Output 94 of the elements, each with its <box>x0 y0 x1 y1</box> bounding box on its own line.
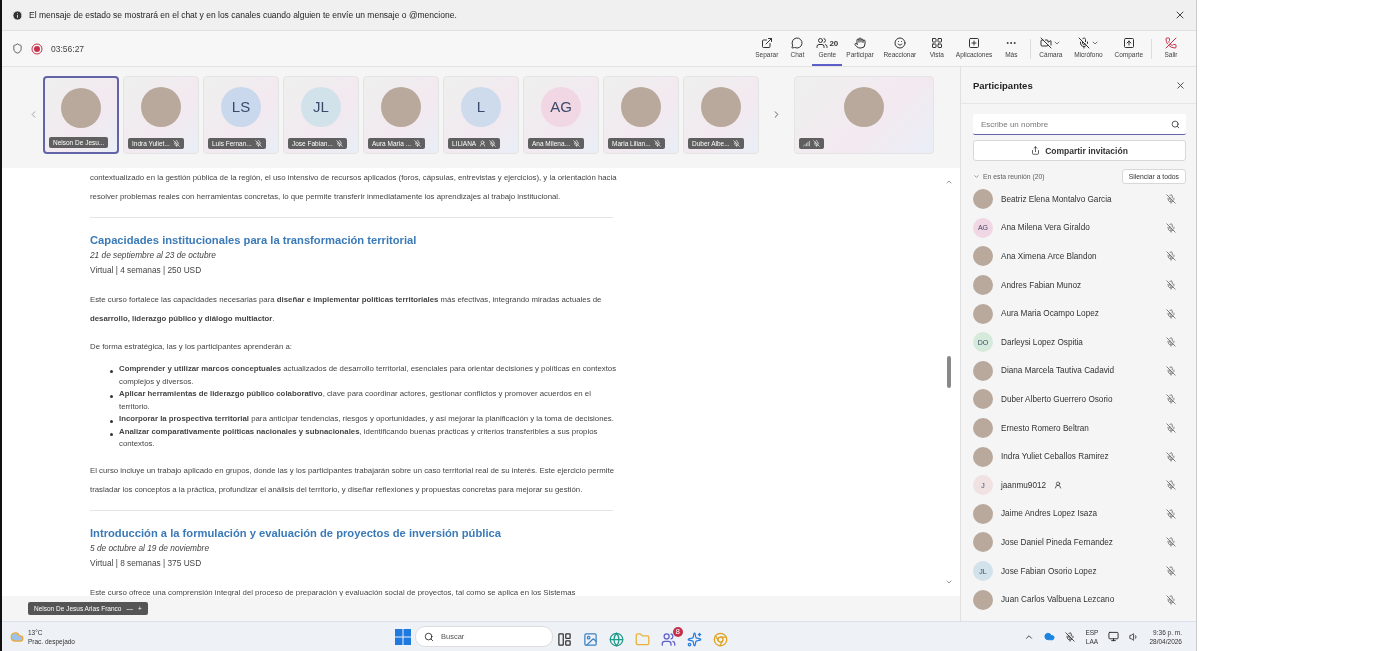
plus-square-icon <box>968 37 981 49</box>
avatar-photo-placeholder <box>973 389 993 410</box>
participant-row[interactable]: Aura Maria Ocampo Lopez <box>973 299 1186 328</box>
avatar-photo-placeholder <box>61 87 101 128</box>
participant-row[interactable]: Juan Carlos Valbuena Lezcano <box>973 585 1186 614</box>
participant-name: Duber Alberto Guerrero Osorio <box>1001 394 1113 404</box>
participant-name: Jaime Andres Lopez Isaza <box>1001 509 1098 519</box>
avatar-photo-placeholder <box>973 275 993 296</box>
search-input[interactable]: Escribe un nombre <box>979 118 1171 130</box>
participant-name: Jose Daniel Pineda Fernandez <box>1001 537 1113 547</box>
avatar-initials: LS <box>221 86 261 127</box>
avatar-photo-placeholder <box>973 503 993 524</box>
avatar-photo-placeholder <box>701 86 741 127</box>
chat-icon <box>791 37 804 49</box>
info-icon <box>12 9 23 21</box>
cloud-icon[interactable] <box>1044 631 1056 642</box>
course-dates: 21 de septiembre al 23 de octubre <box>90 249 217 262</box>
meeting-timer: 03:56:27 <box>51 43 85 54</box>
participant-row[interactable]: Duber Alberto Guerrero Osorio <box>973 385 1186 414</box>
share-screen-icon <box>1122 37 1135 49</box>
bullet-icon <box>110 432 113 436</box>
participant-name: Darleysi Lopez Ospitia <box>1001 337 1083 347</box>
share-icon <box>1031 146 1041 155</box>
participant-row[interactable]: Jaime Andres Lopez Isaza <box>973 499 1186 529</box>
participant-row[interactable]: Indra Yuliet Ceballos Ramirez <box>973 442 1186 471</box>
participant-row[interactable]: Beatriz Elena Montalvo Garcia <box>973 185 1186 214</box>
grid-icon <box>930 37 943 49</box>
participant-name: Aura Maria Ocampo Lopez <box>1001 309 1099 319</box>
avatar-photo-placeholder <box>621 86 661 127</box>
course-title: Introducción a la formulación y evaluación de proyectos de inversión pública <box>90 525 502 541</box>
scroll-up-icon[interactable] <box>945 178 953 186</box>
participant-name: Jose Fabian Osorio Lopez <box>1001 566 1097 576</box>
mic-off-icon[interactable] <box>1065 631 1076 642</box>
weather-icon <box>10 629 24 644</box>
avatar-photo-placeholder <box>844 86 884 127</box>
mic-off-icon <box>1077 37 1090 49</box>
avatar-photo-placeholder <box>973 418 993 439</box>
close-button[interactable] <box>1175 79 1186 91</box>
share-invite-button[interactable]: Compartir invitación <box>973 140 1186 161</box>
search-icon <box>1171 119 1180 129</box>
course-details: Virtual | 4 semanas | 250 USD <box>90 264 203 277</box>
chevron-down-icon <box>973 172 980 180</box>
volume-icon[interactable] <box>1129 631 1140 642</box>
search-icon <box>424 631 434 642</box>
avatar-initials: AG <box>541 86 581 127</box>
notification-text: El mensaje de estado se mostrará en el chat y en los canales cuando alguien te envíe un mensaje o @mencione. <box>29 10 457 20</box>
avatar-initials: JL <box>301 86 341 127</box>
avatar-photo-placeholder <box>973 589 993 610</box>
participant-name: jaanmu9012 <box>1001 480 1047 490</box>
course-title: Capacidades institucionales para la transformación territorial <box>90 233 418 248</box>
hand-icon <box>854 37 867 49</box>
avatar-photo-placeholder <box>973 532 993 553</box>
people-icon <box>816 37 829 49</box>
avatar-photo-placeholder <box>141 86 181 127</box>
participant-name: Beatriz Elena Montalvo Garcia <box>1001 194 1112 204</box>
participant-row[interactable]: Ana Ximena Arce Blandon <box>973 242 1186 271</box>
notification-badge: 8 <box>672 626 683 637</box>
pop-out-icon <box>760 37 773 49</box>
avatar-photo-placeholder <box>973 189 993 210</box>
participant-row[interactable]: Diana Marcela Tautiva Cadavid <box>973 356 1186 386</box>
bullet-icon <box>110 420 113 423</box>
participant-row[interactable]: Ernesto Romero Beltran <box>973 413 1186 443</box>
monitor-icon[interactable] <box>1108 631 1120 642</box>
participant-name: Ana Milena Vera Giraldo <box>1001 223 1090 233</box>
participant-row[interactable]: Andres Fabian Munoz <box>973 270 1186 300</box>
participant-name: Andres Fabian Munoz <box>1001 280 1082 290</box>
avatar-photo-placeholder <box>973 246 993 267</box>
search-field[interactable]: Escribe un nombre <box>973 114 1186 135</box>
video-tile[interactable] <box>794 75 934 154</box>
panel-title: Participantes <box>973 79 1033 91</box>
hang-up-icon <box>1165 37 1177 49</box>
avatar-photo-placeholder <box>973 446 993 467</box>
camera-off-icon <box>1040 37 1053 49</box>
caret-icon <box>1053 39 1062 47</box>
close-button[interactable] <box>1174 9 1186 21</box>
participant-row[interactable]: Jose Daniel Pineda Fernandez <box>973 528 1186 557</box>
course-dates: 5 de octubre al 19 de noviembre <box>90 541 210 555</box>
participant-name: Ana Ximena Arce Blandon <box>1001 252 1097 261</box>
participant-name: Juan Carlos Valbuena Lezcano <box>1001 595 1115 605</box>
course-details: Virtual | 8 semanas | 375 USD <box>90 556 203 570</box>
smiley-icon <box>893 37 906 49</box>
avatar-photo-placeholder <box>381 86 421 127</box>
windows-start-icon[interactable] <box>395 628 411 645</box>
participant-name: Diana Marcela Tautiva Cadavid <box>1001 366 1115 376</box>
avatar-photo-placeholder <box>973 303 993 324</box>
bullet-icon <box>110 370 113 373</box>
caret-icon <box>1090 39 1099 47</box>
participant-name: Ernesto Romero Beltran <box>1001 423 1089 433</box>
avatar-initials: L <box>461 86 501 127</box>
shield-icon <box>12 43 23 54</box>
scroll-down-icon[interactable] <box>945 578 953 586</box>
participant-name: Indra Yuliet Ceballos Ramirez <box>1001 452 1109 462</box>
avatar-photo-placeholder <box>973 360 993 381</box>
bullet-icon <box>110 395 113 398</box>
